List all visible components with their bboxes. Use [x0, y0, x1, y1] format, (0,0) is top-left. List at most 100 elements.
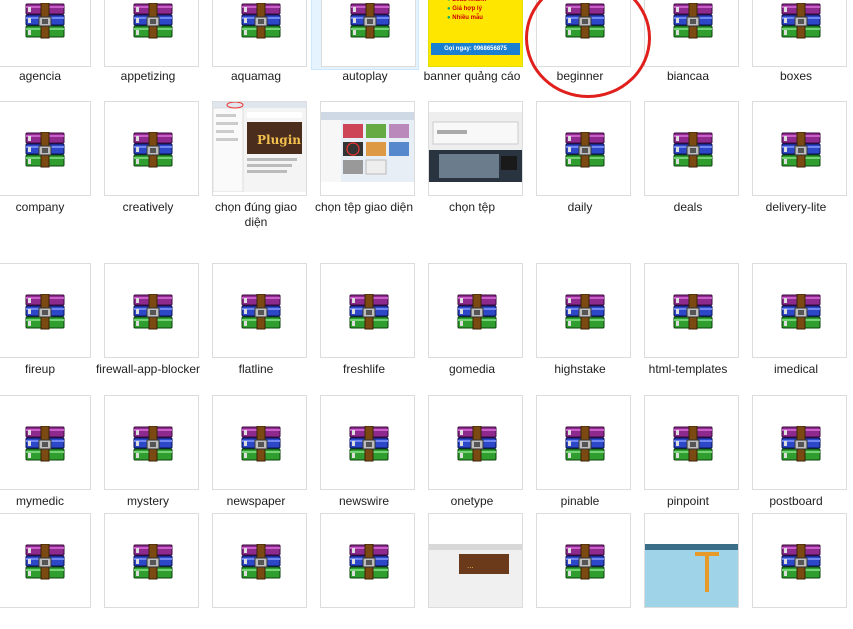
- screenshot-thumbnail: Plugin: [213, 102, 306, 192]
- file-item[interactable]: postboard: [742, 391, 850, 511]
- screenshot-thumbnail: [321, 112, 414, 182]
- winrar-archive-icon: [781, 294, 821, 330]
- file-item[interactable]: onetype: [418, 391, 526, 511]
- banner-cta: Gọi ngay: 0968656875: [431, 43, 520, 55]
- file-item[interactable]: [526, 509, 634, 629]
- file-item[interactable]: [94, 509, 202, 629]
- file-thumbnail: [104, 0, 199, 67]
- file-item[interactable]: fireup: [0, 259, 94, 379]
- file-name-label: aquamag: [230, 69, 282, 83]
- file-thumbnail: [320, 263, 415, 358]
- file-item[interactable]: [0, 509, 94, 629]
- file-thumbnail: [320, 513, 415, 608]
- file-item[interactable]: chọn tệp: [418, 97, 526, 217]
- file-thumbnail: [212, 0, 307, 67]
- winrar-archive-icon: [565, 294, 605, 330]
- file-name-label: gomedia: [448, 362, 496, 376]
- file-name-label: newswire: [338, 494, 389, 508]
- file-item[interactable]: pinpoint: [634, 391, 742, 511]
- file-thumbnail: [536, 513, 631, 608]
- file-thumbnail: [0, 395, 91, 490]
- screenshot-thumbnail: [645, 544, 738, 607]
- file-item[interactable]: imedical: [742, 259, 850, 379]
- file-thumbnail: [644, 0, 739, 67]
- banner-line-2: Load nhanh: [452, 0, 487, 3]
- file-name-label: highstake: [554, 362, 606, 376]
- file-thumbnail: [104, 101, 199, 196]
- file-item[interactable]: newspaper: [202, 391, 310, 511]
- winrar-archive-icon: [781, 132, 821, 168]
- file-grid: agencia appetizing aquamag autoplay ● Lo…: [0, 0, 853, 608]
- file-item[interactable]: [742, 509, 850, 629]
- file-item[interactable]: gomedia: [418, 259, 526, 379]
- file-item[interactable]: ● Bảo mật tốt ● Load nhanh ● Giá hợp lý …: [418, 0, 526, 83]
- file-item[interactable]: Plugin chọn đúng giao diện: [202, 97, 310, 229]
- file-thumbnail: [536, 395, 631, 490]
- file-thumbnail: Plugin: [212, 101, 307, 196]
- file-item[interactable]: beginner: [526, 0, 634, 83]
- winrar-archive-icon: [25, 3, 65, 39]
- file-thumbnail: [104, 263, 199, 358]
- winrar-archive-icon: [673, 426, 713, 462]
- file-item[interactable]: newswire: [310, 391, 418, 511]
- file-item[interactable]: ...: [418, 509, 526, 629]
- winrar-archive-icon: [349, 294, 389, 330]
- file-item[interactable]: freshlife: [310, 259, 418, 379]
- winrar-archive-icon: [673, 3, 713, 39]
- screenshot-thumbnail: [429, 112, 522, 182]
- file-item[interactable]: mymedic: [0, 391, 94, 511]
- file-thumbnail: [212, 513, 307, 608]
- file-name-label: banner quảng cáo: [423, 69, 521, 83]
- file-item[interactable]: pinable: [526, 391, 634, 511]
- winrar-archive-icon: [241, 3, 281, 39]
- file-item[interactable]: company: [0, 97, 94, 217]
- file-thumbnail: [104, 395, 199, 490]
- winrar-archive-icon: [25, 426, 65, 462]
- file-thumbnail: [212, 263, 307, 358]
- file-name-label: onetype: [450, 494, 494, 508]
- file-item[interactable]: delivery-lite: [742, 97, 850, 217]
- winrar-archive-icon: [133, 132, 173, 168]
- file-name-label: newspaper: [226, 494, 286, 508]
- file-item[interactable]: boxes: [742, 0, 850, 83]
- file-name-label: chọn đúng giao diện: [214, 200, 298, 229]
- file-name-label: autoplay: [342, 69, 388, 83]
- winrar-archive-icon: [565, 544, 605, 580]
- winrar-archive-icon: [673, 132, 713, 168]
- file-thumbnail: [752, 263, 847, 358]
- file-item[interactable]: chọn tệp giao diện: [310, 97, 418, 217]
- file-item[interactable]: agencia: [0, 0, 94, 83]
- file-item[interactable]: creatively: [94, 97, 202, 217]
- file-item[interactable]: [310, 509, 418, 629]
- file-name-label: fireup: [24, 362, 56, 376]
- file-item[interactable]: [634, 509, 742, 629]
- file-thumbnail: [752, 513, 847, 608]
- file-item[interactable]: appetizing: [94, 0, 202, 83]
- winrar-archive-icon: [565, 132, 605, 168]
- plugin-text: Plugin: [257, 133, 301, 147]
- file-thumbnail: ● Bảo mật tốt ● Load nhanh ● Giá hợp lý …: [428, 0, 523, 67]
- file-item[interactable]: highstake: [526, 259, 634, 379]
- winrar-archive-icon: [350, 3, 390, 39]
- winrar-archive-icon: [133, 426, 173, 462]
- file-thumbnail: [0, 0, 91, 67]
- file-thumbnail: [752, 0, 847, 67]
- file-item[interactable]: biancaa: [634, 0, 742, 83]
- file-item[interactable]: [202, 509, 310, 629]
- file-thumbnail: [536, 0, 631, 67]
- winrar-archive-icon: [673, 294, 713, 330]
- file-name-label: flatline: [238, 362, 274, 376]
- file-item[interactable]: flatline: [202, 259, 310, 379]
- file-thumbnail: [644, 395, 739, 490]
- file-name-label: company: [15, 200, 65, 214]
- file-item[interactable]: autoplay: [311, 0, 419, 83]
- banner-thumbnail: ● Bảo mật tốt ● Load nhanh ● Giá hợp lý …: [429, 0, 522, 66]
- file-item[interactable]: mystery: [94, 391, 202, 511]
- file-item[interactable]: aquamag: [202, 0, 310, 83]
- file-item[interactable]: deals: [634, 97, 742, 217]
- svg-text:...: ...: [467, 562, 474, 570]
- file-item[interactable]: firewall-app-blocker: [94, 259, 202, 379]
- file-item[interactable]: html-templates: [634, 259, 742, 379]
- file-item[interactable]: daily: [526, 97, 634, 217]
- winrar-archive-icon: [349, 544, 389, 580]
